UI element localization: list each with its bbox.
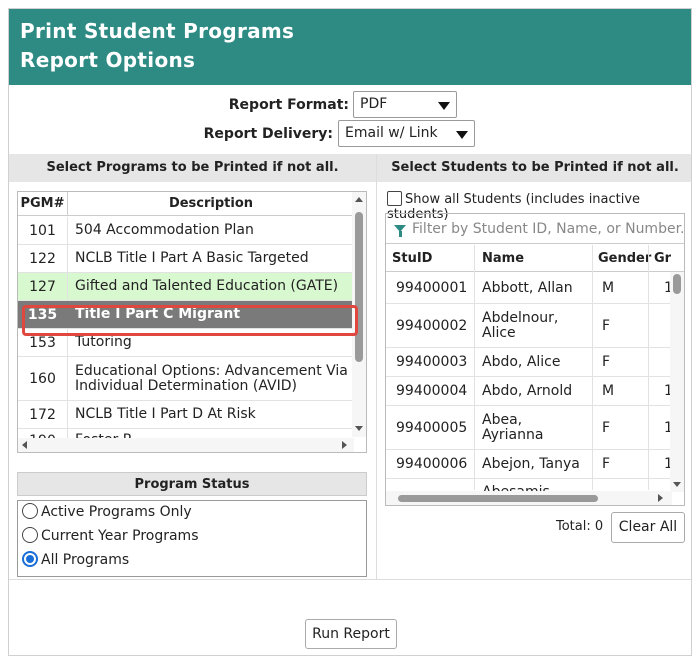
student-gender: F	[602, 354, 611, 370]
program-row[interactable]: 101 504 Accommodation Plan	[18, 217, 354, 245]
report-format-value: PDF	[360, 96, 388, 112]
scroll-down-icon[interactable]	[355, 426, 363, 431]
radio-label: Active Programs Only	[41, 504, 192, 520]
program-row[interactable]: 160 Educational Options: Advancement Via…	[18, 357, 354, 401]
radio-label: Current Year Programs	[41, 528, 199, 544]
scroll-right-icon[interactable]	[342, 441, 347, 449]
student-name: Abdo, Alice	[482, 354, 561, 370]
student-filter-input[interactable]: Filter by Student ID, Name, or Number...	[386, 214, 685, 244]
selection-highlight	[22, 305, 358, 336]
radio-button-checked[interactable]	[22, 551, 38, 567]
students-table-header: StuID Name Gender Gr	[386, 245, 684, 272]
page-subtitle: Report Options	[20, 48, 196, 72]
column-header-description[interactable]: Description	[67, 192, 354, 216]
student-name: Abbott, Allan	[482, 280, 573, 296]
student-row[interactable]: 99400001 Abbott, Allan M 1	[386, 273, 684, 304]
program-description: 504 Accommodation Plan	[75, 222, 254, 238]
student-id: 99400004	[396, 383, 468, 399]
programs-table-header: PGM# Description	[18, 192, 354, 216]
column-header-grade[interactable]: Gr	[654, 251, 671, 266]
student-id: 99400002	[396, 318, 468, 334]
student-gender: M	[602, 280, 615, 296]
scrollbar-thumb[interactable]	[673, 274, 681, 294]
radio-button[interactable]	[22, 503, 38, 519]
report-options-dialog: Print Student Programs Report Options Re…	[8, 8, 692, 656]
students-total: Total: 0	[556, 519, 604, 534]
report-format-label: Report Format:	[228, 97, 349, 113]
program-number: 172	[29, 407, 56, 423]
program-row[interactable]: 122 NCLB Title I Part A Basic Targeted	[18, 245, 354, 273]
report-delivery-label: Report Delivery:	[203, 126, 333, 142]
column-header-gender[interactable]: Gender	[598, 251, 651, 266]
program-description: Gifted and Talented Education (GATE)	[75, 278, 339, 294]
program-number: 160	[29, 371, 56, 387]
student-name: Abejon, Tanya	[482, 456, 580, 472]
program-row[interactable]: 127 Gifted and Talented Education (GATE)	[18, 273, 354, 301]
program-number: 101	[29, 223, 56, 239]
student-gender: M	[602, 383, 615, 399]
chevron-down-icon	[438, 102, 450, 110]
filter-placeholder: Filter by Student ID, Name, or Number...	[412, 221, 685, 237]
student-id: 99400005	[396, 420, 468, 436]
student-id: 99400006	[396, 456, 468, 472]
student-row[interactable]: 99400006 Abejon, Tanya F 1	[386, 450, 684, 479]
student-name: Abdo, Arnold	[482, 383, 573, 399]
student-row[interactable]: 99400002 Abdelnour, Alice F	[386, 304, 684, 348]
programs-panel-title: Select Programs to be Printed if not all…	[9, 154, 376, 182]
program-number: 122	[29, 251, 56, 267]
report-format-select[interactable]: PDF	[353, 91, 457, 118]
scroll-down-icon[interactable]	[673, 482, 681, 487]
column-header-name[interactable]: Name	[482, 251, 524, 266]
radio-button[interactable]	[22, 527, 38, 543]
program-row[interactable]: 172 NCLB Title I Part D At Risk	[18, 401, 354, 429]
student-row[interactable]: 99400003 Abdo, Alice F	[386, 348, 684, 377]
program-number: 153	[29, 335, 56, 351]
student-name: Abdelnour, Alice	[482, 310, 559, 341]
students-vertical-scrollbar[interactable]	[670, 272, 684, 492]
chevron-down-icon	[456, 131, 468, 139]
student-row[interactable]: 99400004 Abdo, Arnold M 1	[386, 377, 684, 406]
column-header-stuid[interactable]: StuID	[392, 251, 432, 266]
students-table: Filter by Student ID, Name, or Number...…	[385, 213, 685, 506]
programs-horizontal-scrollbar[interactable]	[18, 438, 354, 452]
scroll-right-icon[interactable]	[658, 494, 663, 502]
title-bar: Print Student Programs Report Options	[9, 9, 691, 85]
clear-all-button[interactable]: Clear All	[611, 512, 685, 543]
program-description: Educational Options: Advancement Via Ind…	[75, 363, 348, 394]
program-description: NCLB Title I Part A Basic Targeted	[75, 250, 309, 266]
student-gender: F	[602, 318, 611, 334]
radio-current-year-programs[interactable]: Current Year Programs	[22, 527, 199, 544]
student-gender: F	[602, 456, 611, 472]
column-header-pgm[interactable]: PGM#	[18, 196, 67, 211]
page-title: Print Student Programs	[20, 19, 295, 43]
student-name: Abea, Ayrianna	[482, 412, 544, 443]
program-status-group: Active Programs Only Current Year Progra…	[17, 500, 367, 577]
scrollbar-thumb[interactable]	[355, 212, 363, 362]
panel-divider	[376, 154, 377, 579]
student-id: 99400003	[396, 354, 468, 370]
run-report-button[interactable]: Run Report	[305, 619, 397, 649]
program-description: NCLB Title I Part D At Risk	[75, 406, 256, 422]
scrollbar-thumb[interactable]	[398, 495, 598, 502]
program-number: 127	[29, 279, 56, 295]
program-status-title: Program Status	[17, 472, 367, 496]
report-delivery-select[interactable]: Email w/ Link	[338, 120, 475, 147]
footer-divider	[9, 579, 691, 580]
student-gender: F	[602, 420, 611, 436]
program-description: Tutoring	[75, 334, 132, 350]
filter-icon	[394, 225, 406, 237]
report-delivery-value: Email w/ Link	[345, 125, 438, 141]
scroll-left-icon[interactable]	[22, 441, 27, 449]
radio-all-programs[interactable]: All Programs	[22, 551, 130, 568]
student-id: 99400001	[396, 280, 468, 296]
student-row[interactable]: 99400005 Abea, Ayrianna F 1	[386, 406, 684, 450]
scroll-up-icon[interactable]	[355, 197, 363, 202]
radio-active-programs[interactable]: Active Programs Only	[22, 503, 192, 520]
students-horizontal-scrollbar[interactable]	[386, 491, 672, 505]
checkbox[interactable]	[387, 191, 402, 206]
radio-label: All Programs	[41, 552, 130, 568]
students-panel-title: Select Students to be Printed if not all…	[377, 154, 691, 182]
